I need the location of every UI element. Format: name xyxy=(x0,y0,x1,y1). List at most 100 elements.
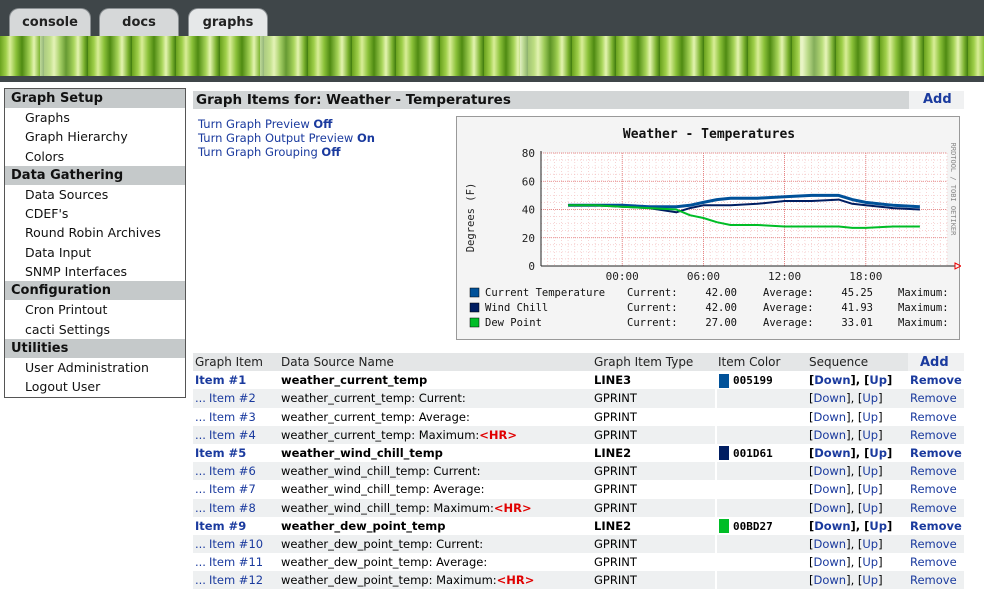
data-source-cell: weather_wind_chill_temp: Average: xyxy=(279,480,592,499)
color-hex: 005199 xyxy=(733,374,773,388)
tab-docs[interactable]: docs xyxy=(99,8,179,36)
tab-graphs[interactable]: graphs xyxy=(188,8,268,36)
remove-link[interactable]: Remove xyxy=(908,462,964,481)
table-row: ... Item #10 weather_dew_point_temp: Curre… xyxy=(193,534,964,554)
move-up-link[interactable]: Up xyxy=(862,428,878,442)
y-tick-label: 0 xyxy=(528,260,535,273)
item-indent: ... xyxy=(195,409,206,424)
data-source-name: weather_current_temp: Current: xyxy=(281,391,466,406)
item-link[interactable]: ... Item #7 xyxy=(193,480,279,499)
item-link[interactable]: ... Item #11 xyxy=(193,553,279,572)
item-label: Item #3 xyxy=(208,409,256,424)
sidebar-item-snmp-interfaces[interactable]: SNMP Interfaces xyxy=(5,262,185,281)
remove-link[interactable]: Remove xyxy=(908,389,964,408)
move-down-link[interactable]: Down xyxy=(814,391,847,405)
item-link[interactable]: ... Item #4 xyxy=(193,425,279,444)
legend-swatch xyxy=(469,287,480,298)
move-down-link[interactable]: Down xyxy=(814,446,850,460)
toggle-turn-graph-preview[interactable]: Turn Graph Preview Off xyxy=(198,117,375,131)
legend-current-label: Current: xyxy=(627,287,678,299)
sidebar-item-round-robin-archives[interactable]: Round Robin Archives xyxy=(5,223,185,242)
remove-link[interactable]: Remove xyxy=(908,425,964,444)
move-up-link[interactable]: Up xyxy=(862,573,878,587)
item-color-cell: 005199 xyxy=(715,371,807,390)
sidebar-item-colors[interactable]: Colors xyxy=(5,147,185,166)
move-up-link[interactable]: Up xyxy=(869,373,887,387)
remove-link[interactable]: Remove xyxy=(908,498,964,517)
item-link[interactable]: ... Item #8 xyxy=(193,498,279,517)
item-link[interactable]: ... Item #6 xyxy=(193,462,279,481)
remove-link[interactable]: Remove xyxy=(908,534,964,554)
move-down-link[interactable]: Down xyxy=(814,482,847,496)
move-up-link[interactable]: Up xyxy=(862,410,878,424)
graph-item-type: LINE2 xyxy=(592,443,716,463)
toggle-state: On xyxy=(357,131,375,145)
legend-average-value: 45.25 xyxy=(841,287,873,299)
sidebar-item-data-sources[interactable]: Data Sources xyxy=(5,185,185,204)
item-link[interactable]: ... Item #10 xyxy=(193,534,279,554)
remove-link[interactable]: Remove xyxy=(908,571,964,590)
move-up-link[interactable]: Up xyxy=(862,537,878,551)
move-down-link[interactable]: Down xyxy=(814,464,847,478)
item-link[interactable]: ... Item #3 xyxy=(193,407,279,426)
sequence-cell: [Down], [Up] xyxy=(807,553,908,572)
move-up-link[interactable]: Up xyxy=(869,519,887,533)
sequence-cell: [Down], [Up] xyxy=(807,371,908,390)
toggle-state: Off xyxy=(313,117,333,131)
item-link[interactable]: ... Item #2 xyxy=(193,389,279,408)
item-link[interactable]: ... Item #12 xyxy=(193,571,279,590)
item-link[interactable]: Item #5 xyxy=(193,443,279,463)
remove-link[interactable]: Remove xyxy=(908,443,964,463)
sidebar-item-graphs[interactable]: Graphs xyxy=(5,108,185,127)
toggle-turn-graph-grouping[interactable]: Turn Graph Grouping Off xyxy=(198,145,375,159)
chart-title: Weather - Temperatures xyxy=(623,127,795,142)
sidebar-item-data-input[interactable]: Data Input xyxy=(5,243,185,262)
move-up-link[interactable]: Up xyxy=(862,501,878,515)
item-color-cell xyxy=(715,534,807,554)
sidebar-item-user-administration[interactable]: User Administration xyxy=(5,358,185,377)
move-down-link[interactable]: Down xyxy=(814,573,847,587)
move-down-link[interactable]: Down xyxy=(814,537,847,551)
move-up-link[interactable]: Up xyxy=(869,446,887,460)
toggle-turn-graph-output-preview[interactable]: Turn Graph Output Preview On xyxy=(198,131,375,145)
legend-series-name: Dew Point xyxy=(485,317,542,329)
sidebar-item-cron-printout[interactable]: Cron Printout xyxy=(5,300,185,319)
remove-link[interactable]: Remove xyxy=(908,407,964,426)
table-row: ... Item #12 weather_dew_point_temp: Maxim… xyxy=(193,571,964,590)
item-link[interactable]: Item #9 xyxy=(193,516,279,535)
move-down-link[interactable]: Down xyxy=(814,373,850,387)
data-source-name: weather_current_temp: Maximum: xyxy=(281,427,480,442)
graph-items-table: Graph Item Data Source Name Graph Item Typ… xyxy=(193,353,964,590)
color-hex: 001D61 xyxy=(733,446,773,460)
add-item-button[interactable]: Add xyxy=(909,91,964,109)
sidebar-item-logout-user[interactable]: Logout User xyxy=(5,377,185,396)
table-row: ... Item #11 weather_dew_point_temp: Avera… xyxy=(193,553,964,572)
move-down-link[interactable]: Down xyxy=(814,501,847,515)
tab-console[interactable]: console xyxy=(9,8,91,36)
remove-link[interactable]: Remove xyxy=(908,553,964,572)
move-down-link[interactable]: Down xyxy=(814,428,847,442)
data-source-cell: weather_wind_chill_temp: Maximum:<HR> xyxy=(279,498,592,517)
sequence-cell: [Down], [Up] xyxy=(807,534,908,554)
move-down-link[interactable]: Down xyxy=(814,410,847,424)
remove-link[interactable]: Remove xyxy=(908,371,964,390)
move-up-link[interactable]: Up xyxy=(862,482,878,496)
move-up-link[interactable]: Up xyxy=(862,391,878,405)
item-color-cell xyxy=(715,425,807,444)
move-down-link[interactable]: Down xyxy=(814,555,847,569)
sidebar-item-graph-hierarchy[interactable]: Graph Hierarchy xyxy=(5,127,185,146)
table-row: ... Item #7 weather_wind_chill_temp: Avera… xyxy=(193,480,964,499)
graph-item-type: LINE3 xyxy=(592,371,716,390)
sidebar-item-cacti-settings[interactable]: cacti Settings xyxy=(5,320,185,339)
move-up-link[interactable]: Up xyxy=(862,464,878,478)
remove-link[interactable]: Remove xyxy=(908,516,964,535)
move-up-link[interactable]: Up xyxy=(862,555,878,569)
data-source-cell: weather_dew_point_temp: Maximum:<HR> xyxy=(279,571,592,590)
move-down-link[interactable]: Down xyxy=(814,519,850,533)
legend-average-value: 33.01 xyxy=(841,317,873,329)
item-label: Item #11 xyxy=(208,555,264,570)
add-item-button[interactable]: Add xyxy=(908,353,964,372)
remove-link[interactable]: Remove xyxy=(908,480,964,499)
item-link[interactable]: Item #1 xyxy=(193,371,279,390)
sidebar-item-cdef-s[interactable]: CDEF's xyxy=(5,204,185,223)
